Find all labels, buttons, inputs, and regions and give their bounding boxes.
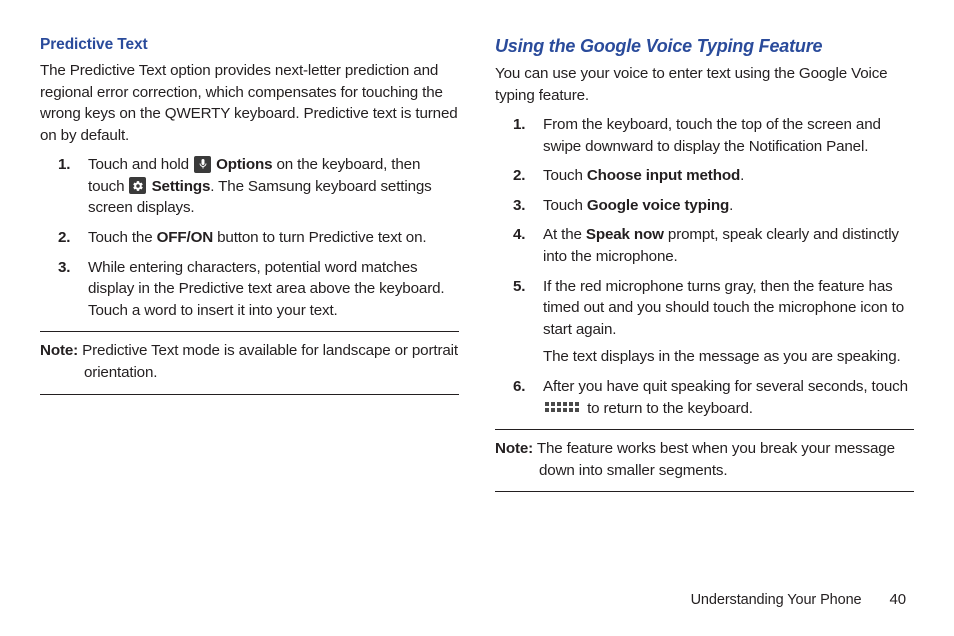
note-text: Note: The feature works best when you br…	[495, 438, 914, 481]
steps-list: Touch and hold Options on the keyboard, …	[40, 154, 459, 321]
step-text: While entering characters, potential wor…	[88, 259, 444, 319]
page-footer: Understanding Your Phone 40	[691, 591, 906, 608]
step-bold: Settings	[152, 178, 211, 195]
note-label: Note:	[495, 440, 533, 457]
step-text-continued: The text displays in the message as you …	[543, 346, 914, 368]
note-text: Note: Predictive Text mode is available …	[40, 340, 459, 383]
step-bold: Speak now	[586, 226, 664, 243]
step-text: At the	[543, 226, 586, 243]
step-text: .	[740, 167, 744, 184]
step-text: button to turn Predictive text on.	[213, 229, 426, 246]
note-body: The feature works best when you break yo…	[533, 440, 895, 479]
step-item: At the Speak now prompt, speak clearly a…	[495, 224, 914, 267]
step-item: Touch Choose input method.	[495, 165, 914, 187]
step-text: Touch the	[88, 229, 157, 246]
left-column: Predictive Text The Predictive Text opti…	[40, 36, 459, 492]
gear-icon	[129, 177, 146, 194]
step-item: After you have quit speaking for several…	[495, 376, 914, 419]
footer-page-number: 40	[890, 591, 907, 608]
steps-list: From the keyboard, touch the top of the …	[495, 114, 914, 419]
step-bold: OFF/ON	[157, 229, 213, 246]
microphone-icon	[194, 156, 211, 173]
heading-predictive-text: Predictive Text	[40, 36, 459, 54]
heading-google-voice: Using the Google Voice Typing Feature	[495, 36, 914, 57]
intro-paragraph: You can use your voice to enter text usi…	[495, 63, 914, 106]
step-bold: Choose input method	[587, 167, 740, 184]
step-item: Touch the OFF/ON button to turn Predicti…	[40, 227, 459, 249]
note-block: Note: Predictive Text mode is available …	[40, 331, 459, 394]
intro-paragraph: The Predictive Text option provides next…	[40, 60, 459, 146]
keyboard-icon	[545, 401, 581, 415]
step-text: If the red microphone turns gray, then t…	[543, 278, 904, 338]
step-text: From the keyboard, touch the top of the …	[543, 116, 881, 155]
step-item: Touch and hold Options on the keyboard, …	[40, 154, 459, 219]
step-text: Touch and hold	[88, 156, 193, 173]
step-text: .	[729, 197, 733, 214]
right-column: Using the Google Voice Typing Feature Yo…	[495, 36, 914, 492]
step-item: Touch Google voice typing.	[495, 195, 914, 217]
step-item: From the keyboard, touch the top of the …	[495, 114, 914, 157]
footer-section: Understanding Your Phone	[691, 592, 862, 608]
step-text: to return to the keyboard.	[583, 400, 753, 417]
step-bold: Options	[216, 156, 272, 173]
note-body: Predictive Text mode is available for la…	[78, 342, 458, 381]
page-content: Predictive Text The Predictive Text opti…	[0, 0, 954, 492]
step-text: After you have quit speaking for several…	[543, 378, 908, 395]
step-item: While entering characters, potential wor…	[40, 257, 459, 322]
note-label: Note:	[40, 342, 78, 359]
step-item: If the red microphone turns gray, then t…	[495, 276, 914, 368]
step-text: Touch	[543, 167, 587, 184]
step-text: Touch	[543, 197, 587, 214]
step-bold: Google voice typing	[587, 197, 729, 214]
note-block: Note: The feature works best when you br…	[495, 429, 914, 492]
